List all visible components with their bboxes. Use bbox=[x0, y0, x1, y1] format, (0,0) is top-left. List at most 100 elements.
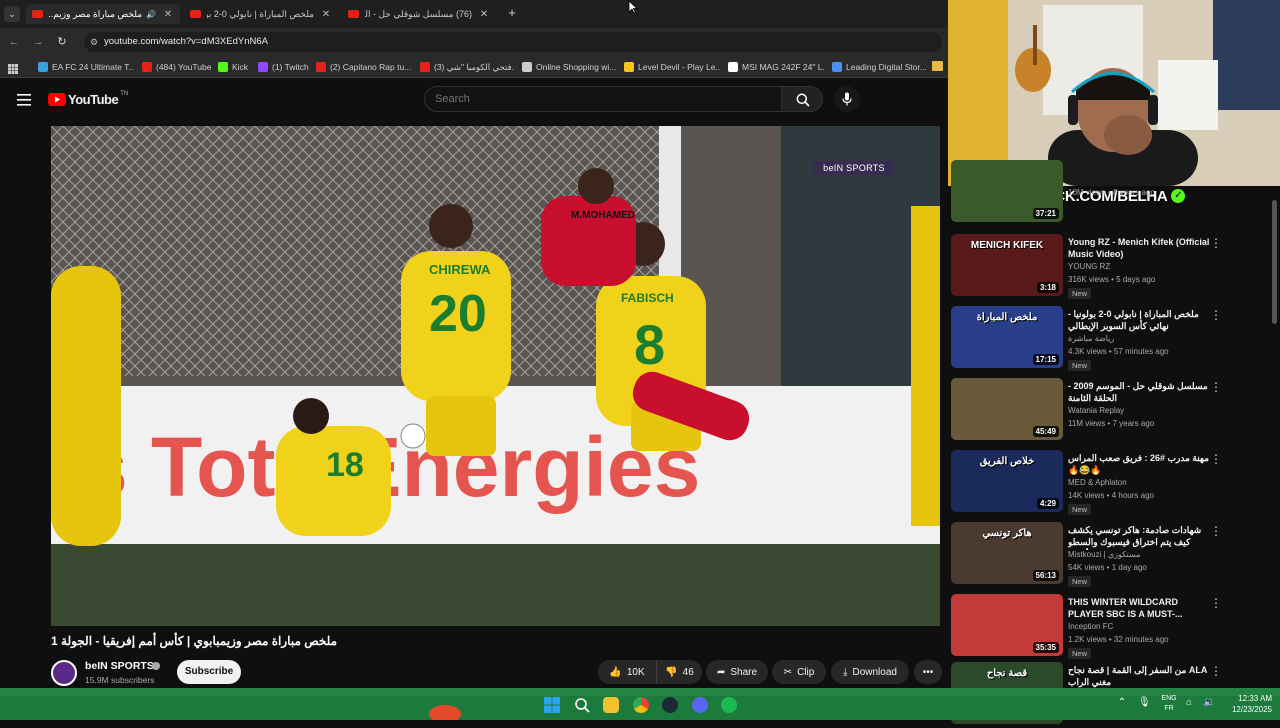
bookmark-item[interactable]: (484) YouTube bbox=[142, 60, 212, 74]
youtube-logo[interactable]: YouTube TN bbox=[48, 91, 128, 107]
more-actions-button[interactable]: ••• bbox=[914, 660, 942, 684]
more-vertical-icon[interactable]: ⋮ bbox=[1210, 380, 1222, 394]
tab-napoli-bologna[interactable]: ملخص المباراة | نابولي 0-2 بولونـ ✕ bbox=[184, 4, 338, 24]
recommendation-channel[interactable]: Watania Replay bbox=[1068, 406, 1124, 415]
more-vertical-icon[interactable]: ⋮ bbox=[1210, 452, 1222, 466]
tab-shoufli-hal[interactable]: (76) مسلسل شوقلي حل - الموس ✕ bbox=[342, 4, 496, 24]
video-thumbnail[interactable]: MENICH KIFEK 3:18 bbox=[951, 234, 1063, 296]
share-button[interactable]: ➦ Share bbox=[706, 660, 768, 684]
video-player[interactable]: s TotalEnergies CHIREWA 20 FABISCH 8 M.M… bbox=[51, 126, 940, 626]
channel-avatar[interactable] bbox=[51, 660, 77, 686]
new-tab-button[interactable]: + bbox=[505, 6, 519, 20]
bookmark-item[interactable]: Kick bbox=[218, 60, 252, 74]
more-vertical-icon[interactable]: ⋮ bbox=[1210, 596, 1222, 610]
recommendation-item[interactable]: ملخص المباراة 17:15 ملخص المباراة | نابولي… bbox=[948, 306, 1280, 372]
hamburger-menu-icon[interactable] bbox=[17, 93, 31, 106]
bookmark-favicon-icon bbox=[38, 62, 48, 72]
recommendation-title[interactable]: THIS WINTER WILDCARD PLAYER SBC IS A MUS… bbox=[1068, 596, 1210, 620]
steam-icon[interactable] bbox=[662, 697, 678, 713]
recommendation-channel[interactable]: رياضة مباشرة bbox=[1068, 334, 1114, 343]
volume-icon[interactable]: 🔉 bbox=[1203, 697, 1215, 711]
subscribe-button[interactable]: Subscribe bbox=[177, 660, 241, 684]
language-indicator[interactable]: ENG FR bbox=[1158, 694, 1180, 714]
recommendation-item[interactable]: 45:49 مسلسل شوقلي حل - الموسم 2009 - الحل… bbox=[948, 378, 1280, 444]
recommendation-title[interactable]: مسلسل شوقلي حل - الموسم 2009 - الحلقة ال… bbox=[1068, 380, 1210, 404]
youtube-wordmark: YouTube bbox=[68, 91, 119, 107]
video-thumbnail[interactable]: ملخص المباراة 17:15 bbox=[951, 306, 1063, 368]
discord-icon[interactable] bbox=[692, 697, 708, 713]
recommendation-title[interactable]: من السفر إلى القمة | قصة نجاح ALA مغني ا… bbox=[1068, 664, 1210, 688]
recommendation-channel[interactable]: Mistkouzi | مستكوزي bbox=[1068, 550, 1140, 559]
bookmarks-folder-icon[interactable] bbox=[932, 61, 943, 71]
recommendation-channel[interactable]: YOUNG RZ bbox=[1068, 262, 1110, 271]
video-thumbnail[interactable]: 37:21 bbox=[951, 160, 1063, 222]
video-duration: 3:18 bbox=[1036, 282, 1059, 293]
more-vertical-icon[interactable]: ⋮ bbox=[1210, 308, 1222, 322]
recommendation-title[interactable]: شهادات صادمة: هاكر تونسي يكشف كيف يتم اخ… bbox=[1068, 524, 1210, 550]
bookmark-favicon-icon bbox=[522, 62, 532, 72]
video-thumbnail[interactable]: خلاص الفريق 4:29 bbox=[951, 450, 1063, 512]
dislike-button[interactable]: 👎 46 bbox=[656, 660, 702, 684]
recommendation-title[interactable]: Young RZ - Menich Kifek (Official Music … bbox=[1068, 236, 1210, 260]
recommendation-meta: 11M views • 7 years ago bbox=[1068, 419, 1155, 428]
reload-icon[interactable]: ↻ bbox=[54, 34, 70, 50]
bookmark-item[interactable]: Level Devil - Play Le... bbox=[624, 60, 720, 74]
recommendation-title[interactable]: ملخص المباراة | نابولي 0-2 بولونيا - نها… bbox=[1068, 308, 1210, 332]
spotify-icon[interactable] bbox=[721, 697, 737, 713]
close-tab-icon[interactable]: ✕ bbox=[162, 9, 174, 20]
forward-arrow-icon[interactable]: → bbox=[30, 34, 46, 50]
windows-start-icon[interactable] bbox=[544, 697, 560, 713]
like-button[interactable]: 👍 10K bbox=[598, 660, 656, 684]
youtube-favicon-icon bbox=[348, 10, 359, 18]
sidebar-scrollbar[interactable] bbox=[1272, 200, 1277, 324]
clock[interactable]: 12:33 AM 12/23/2025 bbox=[1222, 693, 1272, 715]
recommendation-title[interactable]: مهنة مدرب #26 : فريق صعب المراس 🔥😂🔥 bbox=[1068, 452, 1210, 476]
clip-button[interactable]: ✂ Clip bbox=[772, 660, 826, 684]
voice-search-button[interactable] bbox=[834, 86, 860, 112]
video-thumbnail[interactable]: هاكر تونسي 56:13 bbox=[951, 522, 1063, 584]
bookmark-item[interactable]: (1) Twitch bbox=[258, 60, 310, 74]
channel-name[interactable]: beIN SPORTS bbox=[85, 660, 154, 672]
bookmark-item[interactable]: Online Shopping wi... bbox=[522, 60, 618, 74]
microphone-tray-icon[interactable]: 🎙 bbox=[1138, 697, 1151, 711]
bookmark-item[interactable]: EA FC 24 Ultimate T... bbox=[38, 60, 134, 74]
site-info-icon[interactable]: ⚙ bbox=[90, 32, 98, 52]
recommendation-item[interactable]: 35:35 THIS WINTER WILDCARD PLAYER SBC IS … bbox=[948, 594, 1280, 660]
address-bar[interactable]: ⚙ youtube.com/watch?v=dM3XEdYnN6A bbox=[84, 32, 942, 52]
taskbar-search-icon[interactable] bbox=[574, 697, 590, 713]
video-duration: 17:15 bbox=[1032, 354, 1059, 365]
bookmark-item[interactable]: MSI MAG 242F 24" L... bbox=[728, 60, 824, 74]
recommendation-channel[interactable]: Inception FC bbox=[1068, 622, 1113, 631]
bookmark-label: Kick bbox=[232, 62, 249, 72]
video-duration: 35:35 bbox=[1032, 642, 1059, 653]
bookmark-item[interactable]: (2) Capitano Rap tu... bbox=[316, 60, 412, 74]
download-button[interactable]: ⤓ Download bbox=[831, 660, 909, 684]
network-icon[interactable]: ⌂ bbox=[1186, 697, 1198, 711]
close-tab-icon[interactable]: ✕ bbox=[478, 9, 490, 20]
recommendation-channel[interactable]: MED & Aphlaton bbox=[1068, 478, 1127, 487]
video-thumbnail[interactable]: 45:49 bbox=[951, 378, 1063, 440]
tab-search-button[interactable]: ⌄ bbox=[4, 6, 20, 22]
more-vertical-icon[interactable]: ⋮ bbox=[1210, 664, 1222, 678]
search-input[interactable] bbox=[424, 86, 782, 112]
tab-egypt-zimbabwe[interactable]: ملخص مباراة مصر وزيم... 🔊 ✕ bbox=[26, 4, 180, 24]
recommendation-item[interactable]: MENICH KIFEK 3:18 Young RZ - Menich Kifek … bbox=[948, 234, 1280, 300]
more-vertical-icon[interactable]: ⋮ bbox=[1210, 236, 1222, 250]
chrome-icon[interactable] bbox=[633, 697, 649, 713]
speaker-icon[interactable]: 🔊 bbox=[146, 10, 156, 19]
more-horizontal-icon: ••• bbox=[922, 666, 934, 678]
recommendation-item[interactable]: هاكر تونسي 56:13 شهادات صادمة: هاكر تونسي … bbox=[948, 522, 1280, 588]
back-arrow-icon[interactable]: ← bbox=[6, 34, 22, 50]
video-thumbnail[interactable]: 35:35 bbox=[951, 594, 1063, 656]
apps-grid-icon[interactable] bbox=[8, 61, 18, 74]
search-button[interactable] bbox=[781, 86, 823, 112]
bookmark-item[interactable]: Leading Digital Stor... bbox=[832, 60, 930, 74]
close-tab-icon[interactable]: ✕ bbox=[320, 9, 332, 20]
tray-overflow-icon[interactable]: ⌃ bbox=[1116, 697, 1128, 711]
more-vertical-icon[interactable]: ⋮ bbox=[1210, 524, 1222, 538]
recommendation-meta: 10M views • 8 years ago bbox=[1068, 188, 1155, 197]
thumbs-down-icon: 👎 bbox=[665, 666, 678, 678]
file-explorer-icon[interactable] bbox=[603, 697, 619, 713]
bookmark-item[interactable]: (3) فتحي الكومبا "شي... bbox=[420, 60, 514, 74]
recommendation-item[interactable]: خلاص الفريق 4:29 مهنة مدرب #26 : فريق صعب … bbox=[948, 450, 1280, 516]
